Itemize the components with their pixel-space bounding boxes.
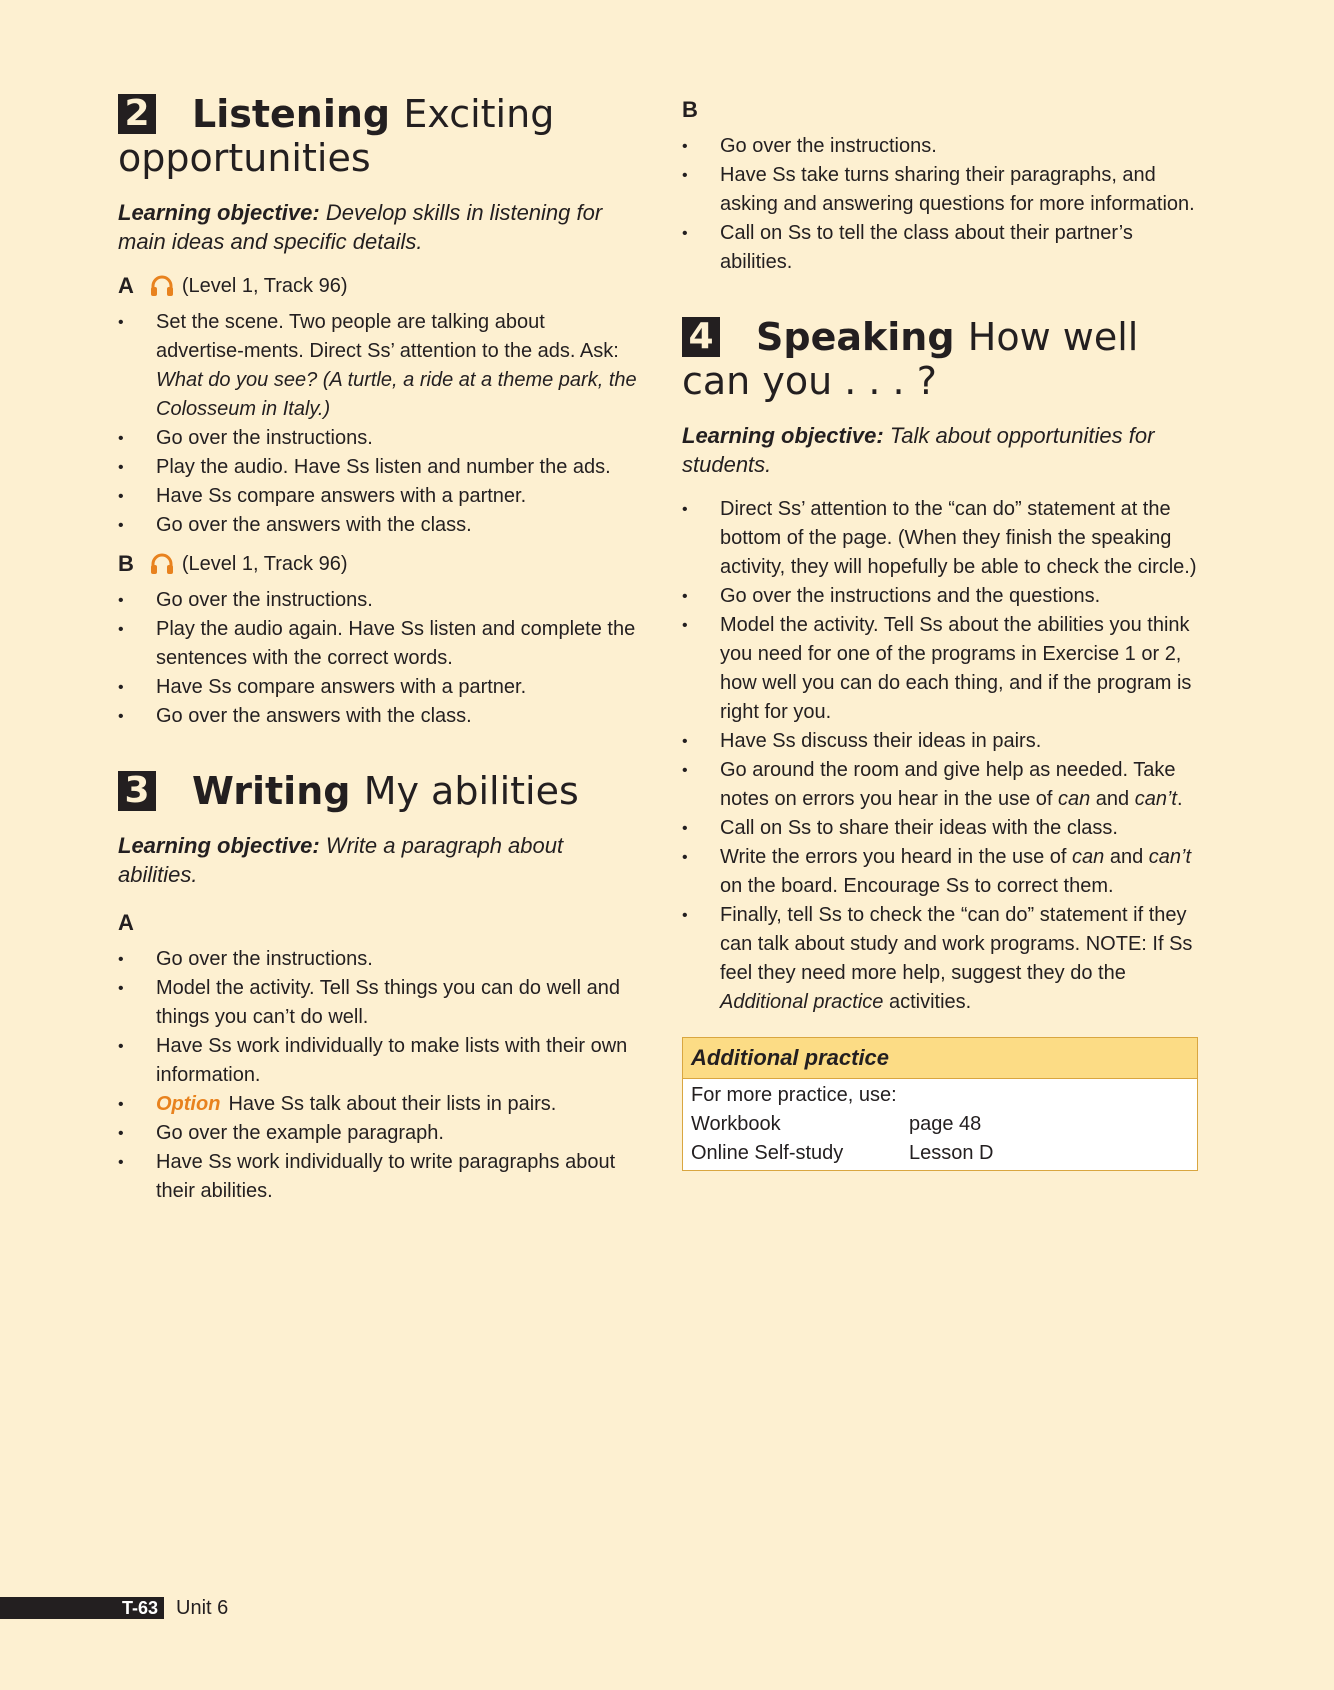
- exercise-letter: A: [118, 273, 134, 298]
- list-item: Have Ss compare answers with a partner.: [118, 673, 638, 702]
- objective-label: Learning objective:: [118, 833, 320, 858]
- list-item: Have Ss work individually to make lists …: [118, 1032, 638, 1090]
- step-text: and: [1104, 846, 1149, 868]
- right-column: B Go over the instructions. Have Ss take…: [682, 92, 1202, 1171]
- learning-objective: Learning objective: Develop skills in li…: [118, 198, 638, 256]
- section-title: Speaking: [756, 315, 955, 359]
- audio-track[interactable]: (Level 1, Track 96): [150, 272, 348, 300]
- step-text: and: [1090, 788, 1135, 810]
- list-item: Play the audio. Have Ss listen and numbe…: [118, 453, 638, 482]
- list-item: Go over the example paragraph.: [118, 1119, 638, 1148]
- objective-label: Learning objective:: [682, 423, 884, 448]
- list-item: Go around the room and give help as need…: [682, 756, 1202, 814]
- list-item: Go over the instructions.: [682, 132, 1202, 161]
- list-item: Call on Ss to share their ideas with the…: [682, 814, 1202, 843]
- practice-location: page 48: [909, 1113, 982, 1135]
- objective-label: Learning objective:: [118, 200, 320, 225]
- learning-objective: Learning objective: Talk about opportuni…: [682, 421, 1202, 479]
- page-number: T-63: [121, 1598, 158, 1618]
- left-column: 2 Listening Exciting opportunities Learni…: [118, 92, 638, 1216]
- exercise-letter: B: [118, 551, 134, 576]
- step-text: .: [1176, 788, 1183, 810]
- step-italic: can’t: [1148, 846, 1192, 868]
- list-item: Have Ss take turns sharing their paragra…: [682, 161, 1202, 219]
- list-item: Go over the answers with the class.: [118, 702, 638, 731]
- additional-practice-body: For more practice, use: Workbook page 48…: [683, 1079, 1197, 1170]
- additional-practice-title: Additional practice: [683, 1038, 1197, 1079]
- practice-row: Online Self-study Lesson D: [691, 1139, 1189, 1168]
- practice-location: Lesson D: [909, 1142, 994, 1164]
- exercise-a-steps: Set the scene. Two people are talking ab…: [118, 308, 638, 540]
- section-title: Listening: [192, 92, 391, 136]
- writing-b-header: B: [682, 96, 1202, 124]
- speaking-steps: Direct Ss’ attention to the “can do” sta…: [682, 495, 1202, 1017]
- step-italic: Additional practice: [720, 991, 884, 1013]
- practice-row: Workbook page 48: [691, 1110, 1189, 1139]
- list-item: Set the scene. Two people are talking ab…: [118, 308, 638, 424]
- list-item: Go over the instructions.: [118, 945, 638, 974]
- exercise-letter: A: [118, 910, 134, 935]
- step-italic: What do you see? (A turtle, a ride at a …: [156, 369, 637, 420]
- practice-resource: Online Self-study: [691, 1142, 844, 1164]
- list-item: Model the activity. Tell Ss things you c…: [118, 974, 638, 1032]
- headphones-icon: [150, 275, 173, 296]
- practice-resource: Workbook: [691, 1113, 781, 1135]
- step-italic: can’t: [1134, 788, 1177, 810]
- step-italic: can: [1072, 846, 1105, 868]
- headphones-icon: [150, 553, 173, 574]
- list-item: Call on Ss to tell the class about their…: [682, 219, 1202, 277]
- step-italic: can: [1057, 788, 1091, 810]
- exercise-a-header: A (Level 1, Track 96): [118, 272, 638, 300]
- list-item: Write the errors you heard in the use of…: [682, 843, 1202, 901]
- list-item: Go over the answers with the class.: [118, 511, 638, 540]
- section-subtitle: My abilities: [363, 769, 579, 813]
- step-text: Finally, tell Ss to check the “can do” s…: [720, 904, 1193, 984]
- section-3-heading: 3 Writing My abilities: [118, 769, 638, 813]
- exercise-b-steps: Go over the instructions. Play the audio…: [118, 586, 638, 731]
- section-number: 2: [118, 94, 156, 134]
- step-text: Have Ss talk about their lists in pairs.: [228, 1093, 557, 1115]
- option-tag: Option: [156, 1093, 221, 1115]
- list-item: Go over the instructions and the questio…: [682, 582, 1202, 611]
- page-footer: T-63 Unit 6: [0, 1597, 228, 1619]
- list-item: Option Have Ss talk about their lists in …: [118, 1090, 638, 1119]
- exercise-a-header: A: [118, 909, 638, 937]
- writing-a-steps: Go over the instructions. Model the acti…: [118, 945, 638, 1206]
- section-number: 3: [118, 771, 156, 811]
- additional-practice-box: Additional practice For more practice, u…: [682, 1037, 1198, 1171]
- section-title: Writing: [192, 769, 351, 813]
- practice-intro: For more practice, use:: [691, 1084, 897, 1106]
- audio-track[interactable]: (Level 1, Track 96): [150, 550, 348, 578]
- audio-track-label: (Level 1, Track 96): [181, 275, 348, 297]
- section-2-heading: 2 Listening Exciting opportunities: [118, 92, 638, 180]
- unit-label: Unit 6: [176, 1596, 229, 1619]
- list-item: Play the audio again. Have Ss listen and…: [118, 615, 638, 673]
- section-4-heading: 4 Speaking How well can you . . . ?: [682, 315, 1202, 403]
- list-item: Model the activity. Tell Ss about the ab…: [682, 611, 1202, 727]
- exercise-letter: B: [682, 97, 698, 122]
- list-item: Go over the instructions.: [118, 424, 638, 453]
- list-item: Go over the instructions.: [118, 586, 638, 615]
- list-item: Finally, tell Ss to check the “can do” s…: [682, 901, 1202, 1017]
- step-text: Write the errors you heard in the use of: [720, 846, 1073, 868]
- exercise-b-header: B (Level 1, Track 96): [118, 550, 638, 578]
- list-item: Direct Ss’ attention to the “can do” sta…: [682, 495, 1202, 582]
- list-item: Have Ss compare answers with a partner.: [118, 482, 638, 511]
- section-number: 4: [682, 317, 720, 357]
- step-text: on the board. Encourage Ss to correct th…: [720, 875, 1114, 897]
- list-item: Have Ss discuss their ideas in pairs.: [682, 727, 1202, 756]
- step-text: activities.: [883, 991, 972, 1013]
- audio-track-label: (Level 1, Track 96): [181, 553, 348, 575]
- writing-b-steps: Go over the instructions. Have Ss take t…: [682, 132, 1202, 277]
- learning-objective: Learning objective: Write a paragraph ab…: [118, 831, 638, 889]
- page-number-bar: T-63: [0, 1597, 164, 1619]
- list-item: Have Ss work individually to write parag…: [118, 1148, 638, 1206]
- step-text: Set the scene. Two people are talking ab…: [156, 311, 619, 362]
